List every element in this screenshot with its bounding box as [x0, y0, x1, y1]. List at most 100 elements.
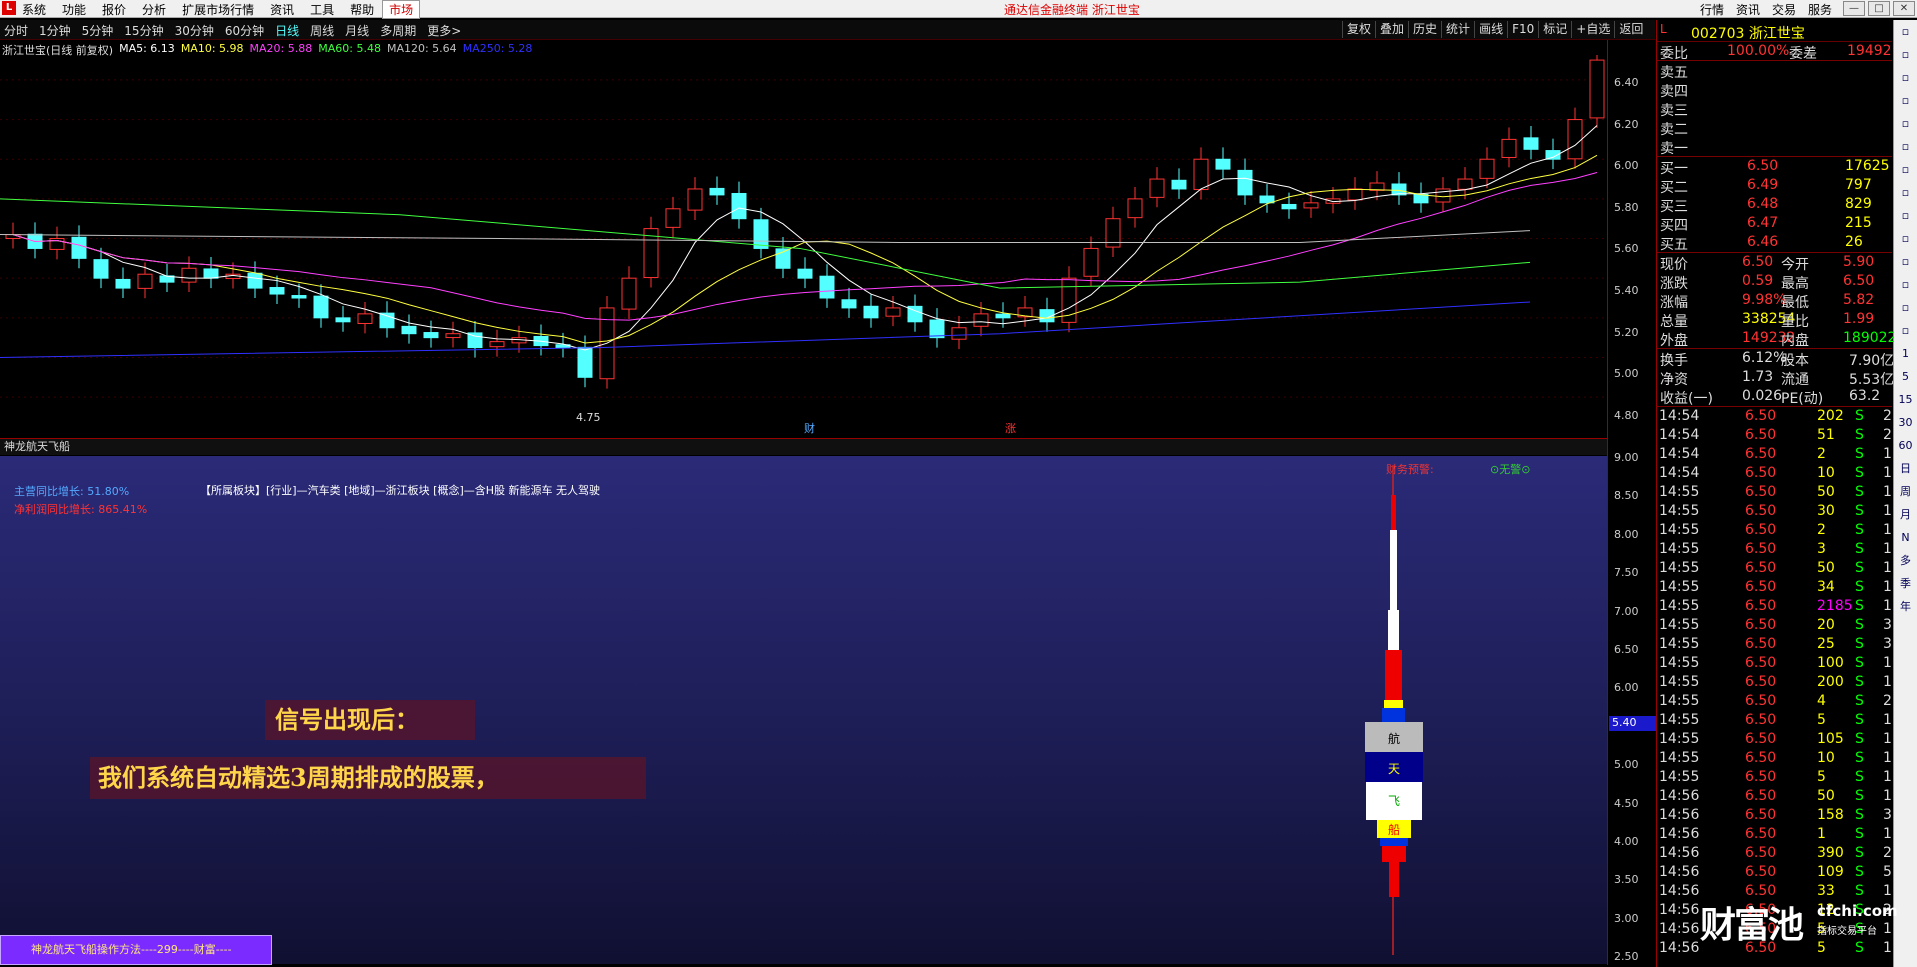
period-shortcut[interactable]: 5 [1894, 365, 1917, 388]
period-shortcut[interactable]: N [1894, 526, 1917, 549]
period-tab[interactable]: 分时 [4, 22, 28, 39]
period-tab[interactable]: 30分钟 [175, 22, 214, 39]
menu-item[interactable]: 系统 [22, 1, 46, 18]
tick-time: 14:55 [1659, 541, 1699, 557]
quote-row: 14:54 6.50 10 S 1 [1657, 464, 1892, 483]
bid-volume: 17625 [1845, 158, 1890, 174]
toolbar-icon[interactable]: ▫ [1894, 66, 1917, 89]
period-shortcut[interactable]: 60 [1894, 434, 1917, 457]
tick-count: 1 [1883, 579, 1892, 595]
bid-price: 6.49 [1747, 177, 1778, 193]
tick-count: 5 [1883, 864, 1892, 880]
axis-tick: 4.50 [1614, 797, 1639, 810]
toolbar-icon[interactable]: ▫ [1894, 296, 1917, 319]
top-tab[interactable]: 交易 [1772, 1, 1796, 18]
toolbar-icon[interactable]: ▫ [1894, 319, 1917, 342]
tick-side: S [1855, 484, 1864, 500]
quote-row: 净资 1.73 流通 5.53亿 [1657, 368, 1892, 387]
maximize-icon[interactable]: □ [1868, 1, 1890, 16]
candlestick-chart[interactable]: 6.504.75财涨 [0, 55, 1607, 438]
tick-price: 6.50 [1745, 807, 1776, 823]
tick-time: 14:56 [1659, 902, 1699, 918]
period-shortcut[interactable]: 多 [1894, 549, 1917, 572]
chart-tool-button[interactable]: F10 [1507, 21, 1538, 38]
quote-row: 14:56 6.50 109 S 5 [1657, 863, 1892, 882]
menu-item[interactable]: 功能 [62, 1, 86, 18]
period-shortcut[interactable]: 周 [1894, 480, 1917, 503]
quote-row: 现价 6.50 今开 5.90 [1657, 253, 1892, 272]
toolbar-icon[interactable]: ▫ [1894, 204, 1917, 227]
toolbar-icon[interactable]: ▫ [1894, 43, 1917, 66]
quote-row: 买三 6.48 829 [1657, 195, 1892, 214]
tick-count: 1 [1883, 446, 1892, 462]
period-tab[interactable]: 更多> [427, 22, 461, 39]
toolbar-icon[interactable]: ▫ [1894, 227, 1917, 250]
toolbar-icon[interactable]: ▫ [1894, 273, 1917, 296]
menu-item[interactable]: 帮助 [350, 1, 374, 18]
toolbar-icon[interactable]: ▫ [1894, 250, 1917, 273]
menu-item[interactable]: 报价 [102, 1, 126, 18]
chart-tool-button[interactable]: +自选 [1571, 21, 1614, 38]
period-tab[interactable]: 日线 [275, 22, 299, 39]
period-shortcut[interactable]: 日 [1894, 457, 1917, 480]
tick-count: 1 [1883, 465, 1892, 481]
tick-count: 1 [1883, 826, 1892, 842]
period-shortcut[interactable]: 1 [1894, 342, 1917, 365]
chart-tool-button[interactable]: 历史 [1408, 21, 1441, 38]
event-marker[interactable]: 财 [804, 421, 815, 435]
chart-tool-button[interactable]: 叠加 [1375, 21, 1408, 38]
menu-item[interactable]: 市场 [382, 0, 420, 19]
close-icon[interactable]: ✕ [1893, 1, 1915, 16]
tick-price: 6.50 [1745, 769, 1776, 785]
period-shortcut[interactable]: 15 [1894, 388, 1917, 411]
period-tab[interactable]: 5分钟 [82, 22, 114, 39]
period-tab[interactable]: 15分钟 [124, 22, 163, 39]
chart-tool-button[interactable]: 画线 [1474, 21, 1507, 38]
rocket-label: 飞 [1388, 794, 1400, 808]
tick-side: S [1855, 503, 1864, 519]
menu-item[interactable]: 资讯 [270, 1, 294, 18]
menu-item[interactable]: 工具 [310, 1, 334, 18]
tick-time: 14:55 [1659, 712, 1699, 728]
period-tab[interactable]: 多周期 [380, 22, 416, 39]
candle [820, 276, 834, 298]
period-shortcut[interactable]: 30 [1894, 411, 1917, 434]
quote-row: 14:55 6.50 4 S 2 [1657, 692, 1892, 711]
chart-tool-button[interactable]: 复权 [1342, 21, 1375, 38]
toolbar-icon[interactable]: ▫ [1894, 89, 1917, 112]
event-marker[interactable]: 涨 [1005, 422, 1016, 435]
period-tab[interactable]: 60分钟 [225, 22, 264, 39]
tick-count: 2 [1883, 693, 1892, 709]
period-tab[interactable]: 1分钟 [39, 22, 71, 39]
period-shortcut[interactable]: 年 [1894, 595, 1917, 618]
tick-volume: 2 [1817, 522, 1826, 538]
tick-volume: 50 [1817, 484, 1835, 500]
bottom-link-bar[interactable]: 神龙航天飞船操作方法----299----财富---- [0, 935, 272, 965]
chart-tool-button[interactable]: 标记 [1538, 21, 1571, 38]
tick-price: 6.50 [1745, 617, 1776, 633]
minimize-icon[interactable]: — [1843, 1, 1865, 16]
toolbar-icon[interactable]: ▫ [1894, 181, 1917, 204]
quote-row: 14:55 6.50 5 S 1 [1657, 711, 1892, 730]
tick-count: 3 [1883, 636, 1892, 652]
chart-tool-button[interactable]: 统计 [1441, 21, 1474, 38]
toolbar-icon[interactable]: ▫ [1894, 20, 1917, 43]
quote-cell: 流通 [1781, 369, 1809, 389]
toolbar-icon[interactable]: ▫ [1894, 158, 1917, 181]
period-tab[interactable]: 周线 [310, 22, 334, 39]
chart-tool-button[interactable]: 返回 [1614, 21, 1647, 38]
period-shortcut[interactable]: 月 [1894, 503, 1917, 526]
top-tab[interactable]: 行情 [1700, 1, 1724, 18]
bid-volume: 797 [1845, 177, 1872, 193]
tick-side: S [1855, 769, 1864, 785]
toolbar-icon[interactable]: ▫ [1894, 112, 1917, 135]
ask-label: 卖四 [1660, 81, 1688, 101]
top-tab[interactable]: 服务 [1808, 1, 1832, 18]
period-tab[interactable]: 月线 [345, 22, 369, 39]
tick-price: 6.50 [1745, 826, 1776, 842]
menu-item[interactable]: 分析 [142, 1, 166, 18]
period-shortcut[interactable]: 季 [1894, 572, 1917, 595]
top-tab[interactable]: 资讯 [1736, 1, 1760, 18]
toolbar-icon[interactable]: ▫ [1894, 135, 1917, 158]
menu-item[interactable]: 扩展市场行情 [182, 1, 254, 18]
